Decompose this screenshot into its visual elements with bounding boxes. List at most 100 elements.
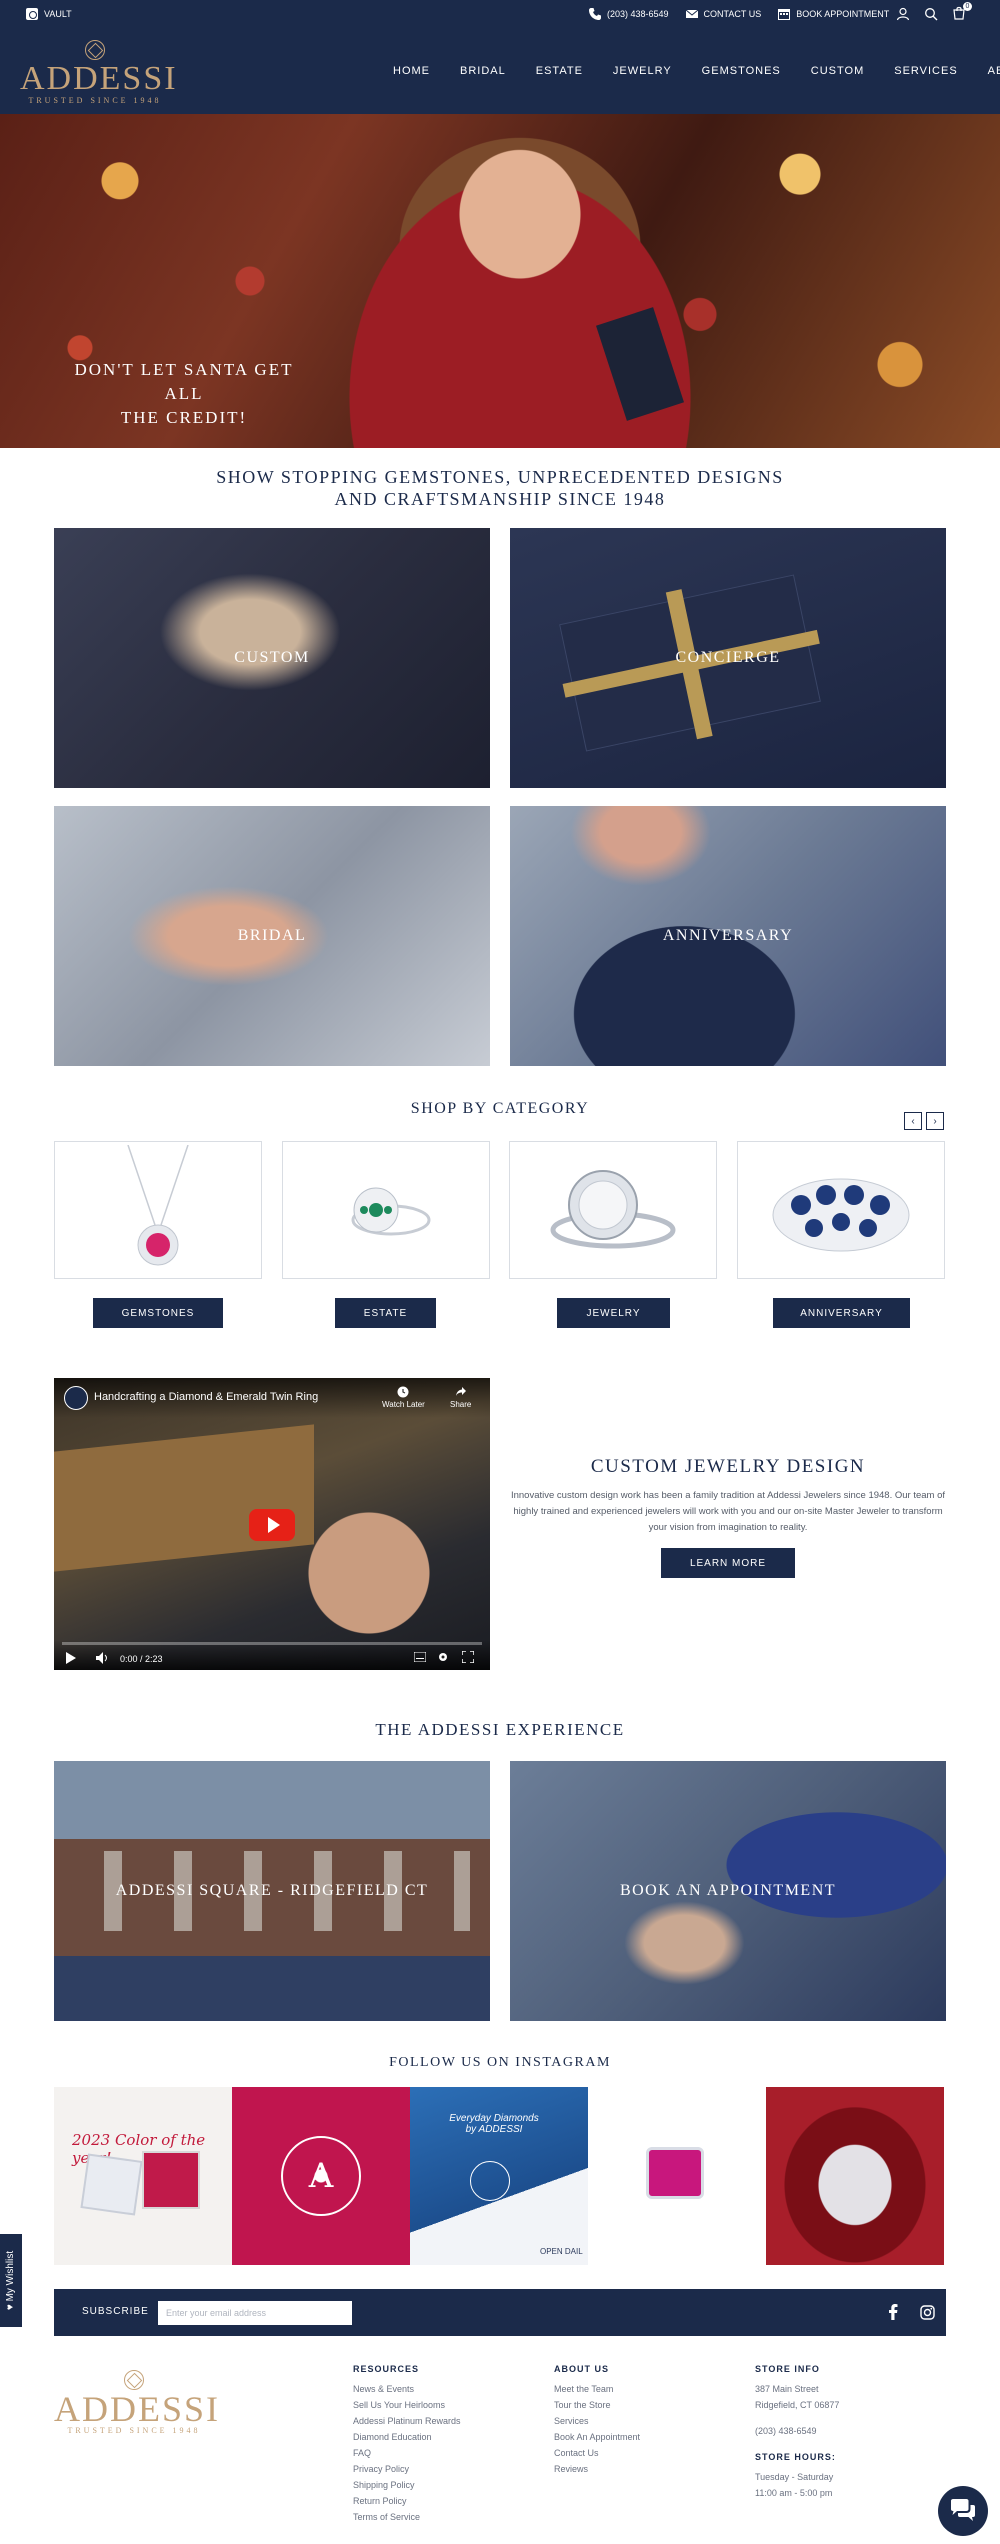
footer-link-faq[interactable]: FAQ	[353, 2448, 371, 2458]
footer-link-contact[interactable]: Contact Us	[554, 2448, 599, 2458]
watch-later-button[interactable]: Watch Later	[382, 1386, 425, 1409]
site-logo[interactable]: ADDESSI TRUSTED SINCE 1948	[20, 40, 176, 105]
footer-link-terms[interactable]: Terms of Service	[353, 2512, 420, 2522]
cart-button[interactable]: 0	[952, 2, 972, 22]
footer-resources: RESOURCES News & Events Sell Us Your Hei…	[353, 2361, 461, 2525]
book-appointment-label: BOOK APPOINTMENT	[796, 9, 890, 19]
account-icons: 0	[896, 2, 972, 22]
contact-link[interactable]: CONTACT US	[685, 7, 761, 21]
top-links: (203) 438-6549 CONTACT US BOOK APPOINTME…	[588, 7, 889, 21]
store-hours: 11:00 am - 5:00 pm	[755, 2488, 833, 2498]
vault-link[interactable]: VAULT	[26, 8, 72, 20]
footer-link-platinum-rewards[interactable]: Addessi Platinum Rewards	[353, 2416, 461, 2426]
nav-custom[interactable]: CUSTOM	[811, 65, 864, 77]
footer-link-services[interactable]: Services	[554, 2416, 589, 2426]
category-card-estate[interactable]	[282, 1141, 490, 1279]
instagram-post-3[interactable]: Everyday Diamonds by ADDESSI OPEN DAIL	[410, 2087, 588, 2265]
category-button-jewelry[interactable]: JEWELRY	[557, 1298, 670, 1328]
hero-headline: DON'T LET SANTA GET ALL THE CREDIT!	[64, 358, 304, 430]
nav-jewelry[interactable]: JEWELRY	[613, 65, 672, 77]
subscribe-email-input[interactable]	[158, 2301, 352, 2325]
instagram-icon[interactable]	[918, 2303, 936, 2321]
tile-custom-label: CUSTOM	[234, 649, 310, 666]
footer-link-book-appointment[interactable]: Book An Appointment	[554, 2432, 640, 2442]
tile-anniversary[interactable]: ANNIVERSARY	[510, 806, 946, 1066]
custom-design-text: Innovative custom design work has been a…	[510, 1490, 946, 1533]
footer-link-news-events[interactable]: News & Events	[353, 2384, 414, 2394]
instagram-post-1[interactable]: 2023 Color of the year!	[54, 2087, 232, 2265]
play-icon[interactable]	[66, 1652, 76, 1664]
footer-about-title: ABOUT US	[554, 2364, 609, 2374]
book-appointment-link[interactable]: BOOK APPOINTMENT	[777, 7, 889, 21]
play-button-icon[interactable]	[249, 1509, 295, 1541]
phone-icon	[589, 8, 601, 20]
nav-gemstones[interactable]: GEMSTONES	[702, 65, 781, 77]
tile-addessi-square[interactable]: ADDESSI SQUARE - RIDGEFIELD CT	[54, 1761, 490, 2021]
calendar-icon	[778, 9, 791, 20]
footer-link-reviews[interactable]: Reviews	[554, 2464, 588, 2474]
category-prev-button[interactable]: ‹	[904, 1112, 922, 1130]
footer-link-shipping[interactable]: Shipping Policy	[353, 2480, 415, 2490]
volume-icon[interactable]	[96, 1652, 110, 1664]
monogram-letter: A	[308, 2156, 334, 2196]
chat-button[interactable]	[938, 2486, 988, 2536]
category-button-anniversary[interactable]: ANNIVERSARY	[773, 1298, 910, 1328]
instagram-post-5[interactable]	[766, 2087, 944, 2265]
category-card-gemstones[interactable]	[54, 1141, 262, 1279]
footer-link-returns[interactable]: Return Policy	[353, 2496, 407, 2506]
footer-link-diamond-education[interactable]: Diamond Education	[353, 2432, 432, 2442]
clock-icon	[397, 1386, 409, 1398]
instagram-post-4[interactable]	[588, 2087, 766, 2265]
captions-icon[interactable]	[414, 1652, 426, 1662]
facebook-icon[interactable]	[884, 2303, 902, 2321]
tile-book-appointment[interactable]: BOOK AN APPOINTMENT	[510, 1761, 946, 2021]
channel-avatar[interactable]	[64, 1386, 88, 1410]
fullscreen-icon[interactable]	[462, 1651, 474, 1663]
youtube-video-player[interactable]: Handcrafting a Diamond & Emerald Twin Ri…	[54, 1378, 490, 1670]
learn-more-button[interactable]: LEARN MORE	[661, 1548, 795, 1578]
nav-services[interactable]: SERVICES	[894, 65, 957, 77]
category-button-estate[interactable]: ESTATE	[335, 1298, 436, 1328]
category-card-anniversary[interactable]	[737, 1141, 945, 1279]
share-button[interactable]: Share	[450, 1386, 471, 1409]
pendant-necklace-image	[127, 1145, 189, 1266]
intro-tagline: SHOW STOPPING GEMSTONES, UNPRECEDENTED D…	[0, 466, 1000, 510]
footer-link-meet-team[interactable]: Meet the Team	[554, 2384, 613, 2394]
footer-link-sell-heirlooms[interactable]: Sell Us Your Heirlooms	[353, 2400, 445, 2410]
user-icon[interactable]	[896, 7, 910, 21]
footer-store-title: STORE INFO	[755, 2364, 820, 2374]
wishlist-tab[interactable]: ♥ My Wishlist	[0, 2234, 22, 2327]
nav-estate[interactable]: ESTATE	[536, 65, 583, 77]
settings-gear-icon[interactable]	[437, 1651, 449, 1663]
video-progress-bar[interactable]	[62, 1642, 482, 1645]
hero-headline-line2: THE CREDIT!	[120, 408, 248, 427]
video-title[interactable]: Handcrafting a Diamond & Emerald Twin Ri…	[94, 1391, 318, 1403]
subscribe-label: SUBSCRIBE	[82, 2306, 149, 2317]
nav-home[interactable]: HOME	[393, 65, 430, 77]
tile-custom[interactable]: CUSTOM	[54, 528, 490, 788]
footer-logo[interactable]: ADDESSI TRUSTED SINCE 1948	[54, 2370, 218, 2435]
footer-link-tour-store[interactable]: Tour the Store	[554, 2400, 611, 2410]
nav-about[interactable]: ABOUT	[988, 65, 1000, 77]
instagram-post-2[interactable]: A	[232, 2087, 410, 2265]
footer-link-privacy[interactable]: Privacy Policy	[353, 2464, 409, 2474]
category-button-gemstones[interactable]: GEMSTONES	[93, 1298, 223, 1328]
store-phone-link[interactable]: (203) 438-6549	[755, 2426, 817, 2436]
instagram-post-3-line1: Everyday Diamonds	[449, 2113, 539, 2124]
search-icon[interactable]	[924, 7, 938, 21]
tile-concierge[interactable]: CONCIERGE	[510, 528, 946, 788]
phone-link[interactable]: (203) 438-6549	[588, 7, 669, 21]
tile-bridal[interactable]: BRIDAL	[54, 806, 490, 1066]
phone-number: (203) 438-6549	[607, 9, 669, 19]
instagram-post-3-line2: by ADDESSI	[465, 2124, 523, 2135]
share-label: Share	[450, 1400, 472, 1409]
nav-bridal[interactable]: BRIDAL	[460, 65, 506, 77]
hero-slider[interactable]: DON'T LET SANTA GET ALL THE CREDIT!	[0, 114, 1000, 448]
store-address-line1: 387 Main Street	[755, 2384, 819, 2394]
tile-book-appointment-label: BOOK AN APPOINTMENT	[619, 1882, 837, 1899]
vault-label: VAULT	[44, 9, 72, 19]
category-next-button[interactable]: ›	[926, 1112, 944, 1130]
video-top-bar: Handcrafting a Diamond & Emerald Twin Ri…	[54, 1378, 490, 1418]
logo-emblem-icon	[85, 40, 105, 60]
category-card-jewelry[interactable]	[509, 1141, 717, 1279]
